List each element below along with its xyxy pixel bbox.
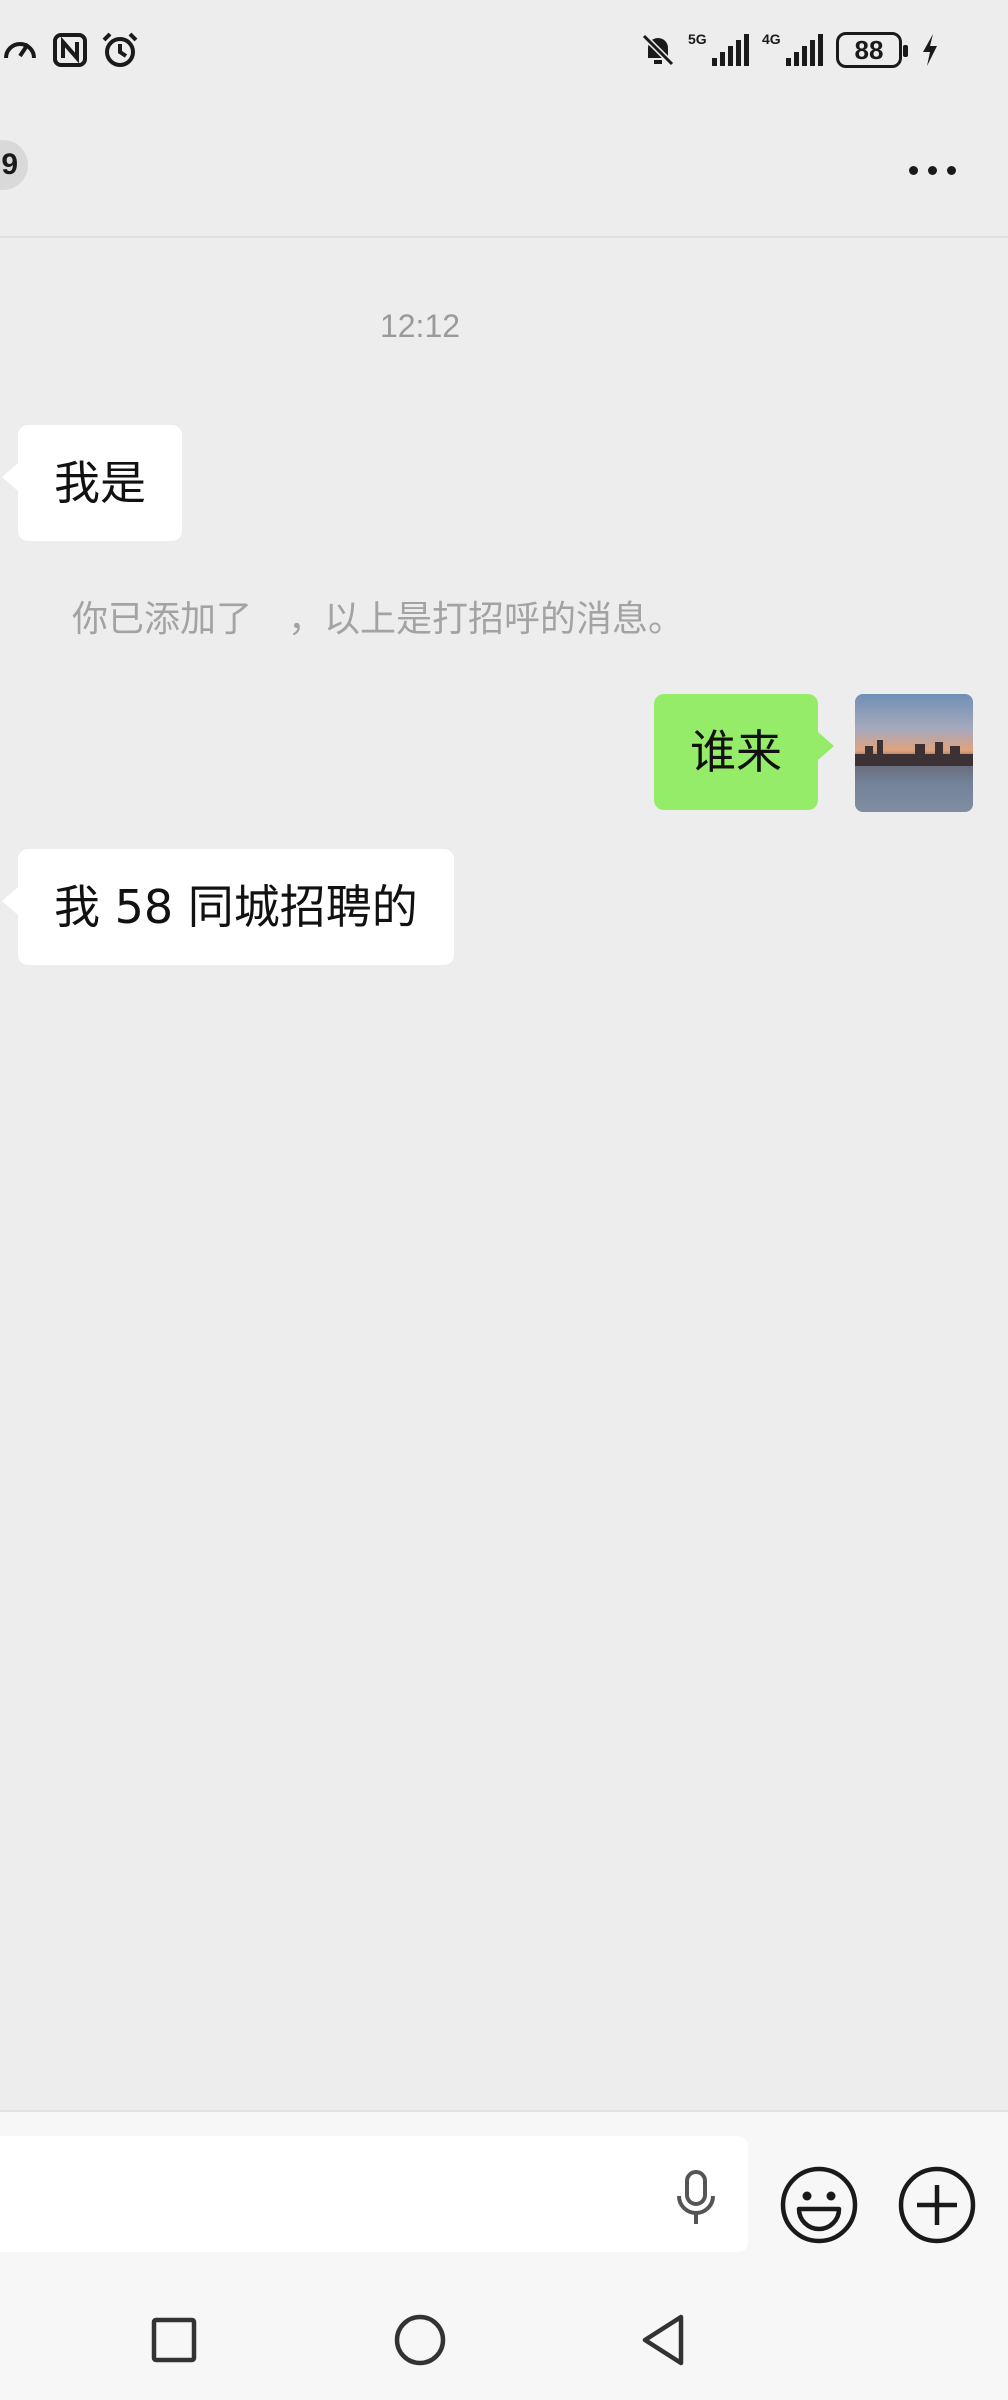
svg-text:5G: 5G	[688, 31, 707, 47]
back-button[interactable]	[634, 2310, 694, 2370]
signal-4g-icon: 4G	[762, 30, 826, 70]
home-button[interactable]	[390, 2310, 450, 2370]
more-functions-button[interactable]	[896, 2164, 978, 2246]
charging-icon	[918, 30, 942, 70]
more-dot	[927, 165, 937, 175]
emoji-icon	[780, 2166, 858, 2244]
system-notice: 你已添加了 ，以上是打招呼的消息。	[72, 599, 685, 640]
message-timestamp: 12:12	[379, 308, 461, 344]
speedometer-icon	[0, 30, 40, 70]
input-bar	[0, 2110, 1008, 2280]
battery-icon: 88	[836, 32, 908, 68]
received-message-bubble[interactable]: 我 58 同城招聘的	[2, 849, 454, 965]
status-icons-left	[0, 22, 140, 78]
my-avatar[interactable]	[855, 694, 973, 812]
recents-square-icon	[151, 2317, 197, 2363]
microphone-icon[interactable]	[668, 2170, 724, 2226]
status-icons-right: 5G 4G 88	[638, 22, 942, 78]
plus-circle-icon	[898, 2166, 976, 2244]
chat-header: 9	[0, 100, 1008, 238]
more-horizontal-icon	[908, 165, 918, 175]
more-options-button[interactable]	[892, 140, 972, 200]
back-unread-badge[interactable]: 9	[0, 140, 28, 190]
back-triangle-icon	[642, 2314, 684, 2366]
recents-button[interactable]	[144, 2310, 204, 2370]
signal-5g-icon: 5G	[688, 30, 752, 70]
received-message-bubble[interactable]: 我是	[2, 425, 182, 541]
system-navigation-bar	[0, 2280, 1008, 2400]
nfc-icon	[50, 30, 90, 70]
message-input[interactable]	[0, 2136, 748, 2252]
status-bar: 5G 4G 88	[0, 0, 1008, 100]
emoji-button[interactable]	[778, 2164, 860, 2246]
mute-icon	[638, 30, 678, 70]
sent-message-bubble[interactable]: 谁来	[654, 694, 834, 810]
more-dot	[946, 165, 956, 175]
home-circle-icon	[394, 2314, 446, 2366]
avatar-image	[855, 740, 973, 812]
svg-text:4G: 4G	[762, 31, 781, 47]
alarm-icon	[100, 30, 140, 70]
